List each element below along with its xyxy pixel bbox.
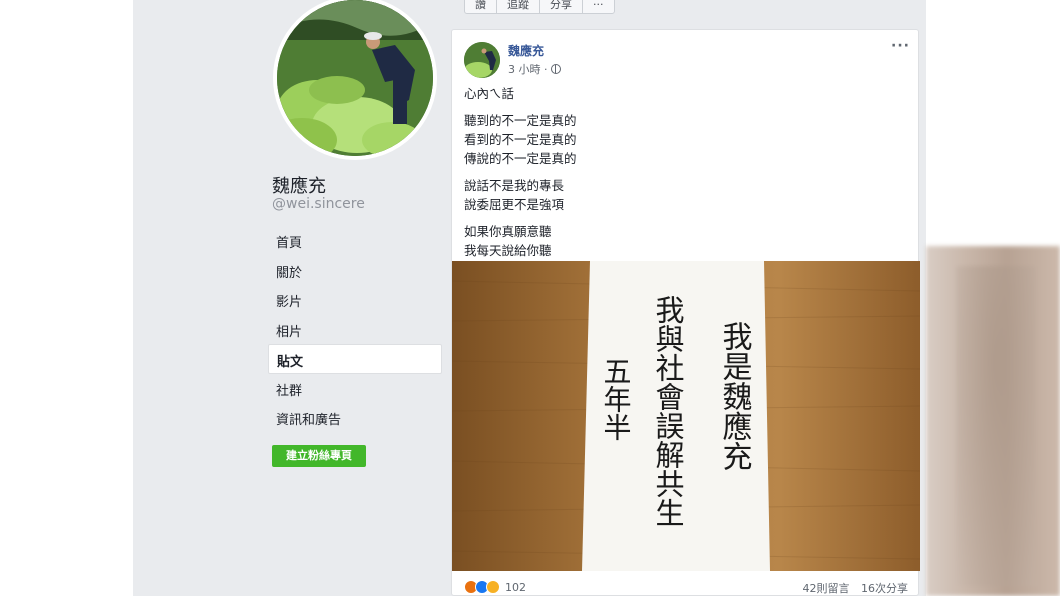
post-line: 說話不是我的專長 xyxy=(464,178,565,193)
post-line: 說委屈更不是強項 xyxy=(464,197,565,212)
nav-item-community[interactable]: 社群 xyxy=(268,374,442,404)
profile-picture[interactable] xyxy=(273,0,437,160)
post-line: 傳說的不一定是真的 xyxy=(464,151,577,166)
post-timestamp[interactable]: 3 小時 · xyxy=(508,61,561,77)
farm-photo-image xyxy=(277,0,433,156)
calligraphy-column-1: 我是魏應充 xyxy=(717,321,753,471)
nav-item-about[interactable]: 關於 xyxy=(268,256,442,286)
follow-button[interactable]: 追蹤 xyxy=(497,0,540,13)
post-author-name[interactable]: 魏應充 xyxy=(508,42,544,59)
post-paragraph: 說話不是我的專長 說委屈更不是強項 xyxy=(464,176,904,214)
post-time-text: 3 小時 · xyxy=(508,63,548,76)
page-sidebar-nav: 首頁 關於 影片 相片 貼文 社群 資訊和廣告 xyxy=(268,226,442,433)
calligraphy-column-2: 我與社會誤解共生 xyxy=(651,295,685,527)
engagement-counts: 42則留言 16次分享 xyxy=(795,580,909,596)
nav-item-posts[interactable]: 貼文 xyxy=(268,344,442,374)
post-line: 看到的不一定是真的 xyxy=(464,132,577,147)
wow-reaction-icon xyxy=(486,580,500,594)
profile-handle[interactable]: @wei.sincere xyxy=(272,196,365,212)
post-footer: 102 42則留言 16次分享 xyxy=(464,580,908,596)
nav-item-photos[interactable]: 相片 xyxy=(268,315,442,345)
post-line: 如果你真願意聽 xyxy=(464,224,552,239)
page-action-bar: 讚 追蹤 分享 ··· xyxy=(464,0,615,14)
shares-count-link[interactable]: 16次分享 xyxy=(861,582,908,595)
nav-item-home[interactable]: 首頁 xyxy=(268,226,442,256)
share-button[interactable]: 分享 xyxy=(540,0,583,13)
profile-name[interactable]: 魏應充 xyxy=(272,172,326,198)
reaction-count: 102 xyxy=(505,580,526,594)
calligraphy-photo: 我是魏應充 我與社會誤解共生 五年半 xyxy=(452,261,920,571)
post-paragraph: 心內ㄟ話 xyxy=(464,84,904,103)
calligraphy-column-3: 五年半 xyxy=(600,357,633,441)
more-options-button[interactable]: ··· xyxy=(583,0,614,13)
comments-count-link[interactable]: 42則留言 xyxy=(803,582,850,595)
post-body-text: 心內ㄟ話 聽到的不一定是真的 看到的不一定是真的 傳說的不一定是真的 說話不是我… xyxy=(464,84,904,268)
post-photo[interactable]: 我是魏應充 我與社會誤解共生 五年半 xyxy=(452,261,920,571)
globe-icon xyxy=(550,64,561,74)
post-line: 心內ㄟ話 xyxy=(464,86,515,101)
nav-item-videos[interactable]: 影片 xyxy=(268,285,442,315)
screenshot-stage: 讚 追蹤 分享 ··· 魏應充 @wei.sincere 首頁 關於 影片 相片… xyxy=(0,0,1060,596)
nav-item-info-and-ads[interactable]: 資訊和廣告 xyxy=(268,403,442,433)
like-page-button[interactable]: 讚 xyxy=(465,0,497,13)
post-paragraph: 聽到的不一定是真的 看到的不一定是真的 傳說的不一定是真的 xyxy=(464,111,904,168)
more-icon[interactable]: ··· xyxy=(891,38,910,54)
post-card: 魏應充 3 小時 · ··· 心內ㄟ話 聽到的不一定是真的 看到的不一定是真的 … xyxy=(451,29,920,596)
reactions-summary[interactable]: 102 xyxy=(464,580,526,594)
post-author-avatar[interactable] xyxy=(464,42,500,78)
create-page-button[interactable]: 建立粉絲專頁 xyxy=(272,445,366,467)
post-line: 聽到的不一定是真的 xyxy=(464,113,577,128)
author-thumbnail-image xyxy=(464,42,500,78)
post-line: 我每天說給你聽 xyxy=(464,243,552,258)
blurred-background-right xyxy=(926,246,1060,596)
post-paragraph: 如果你真願意聽 我每天說給你聽 xyxy=(464,222,904,260)
